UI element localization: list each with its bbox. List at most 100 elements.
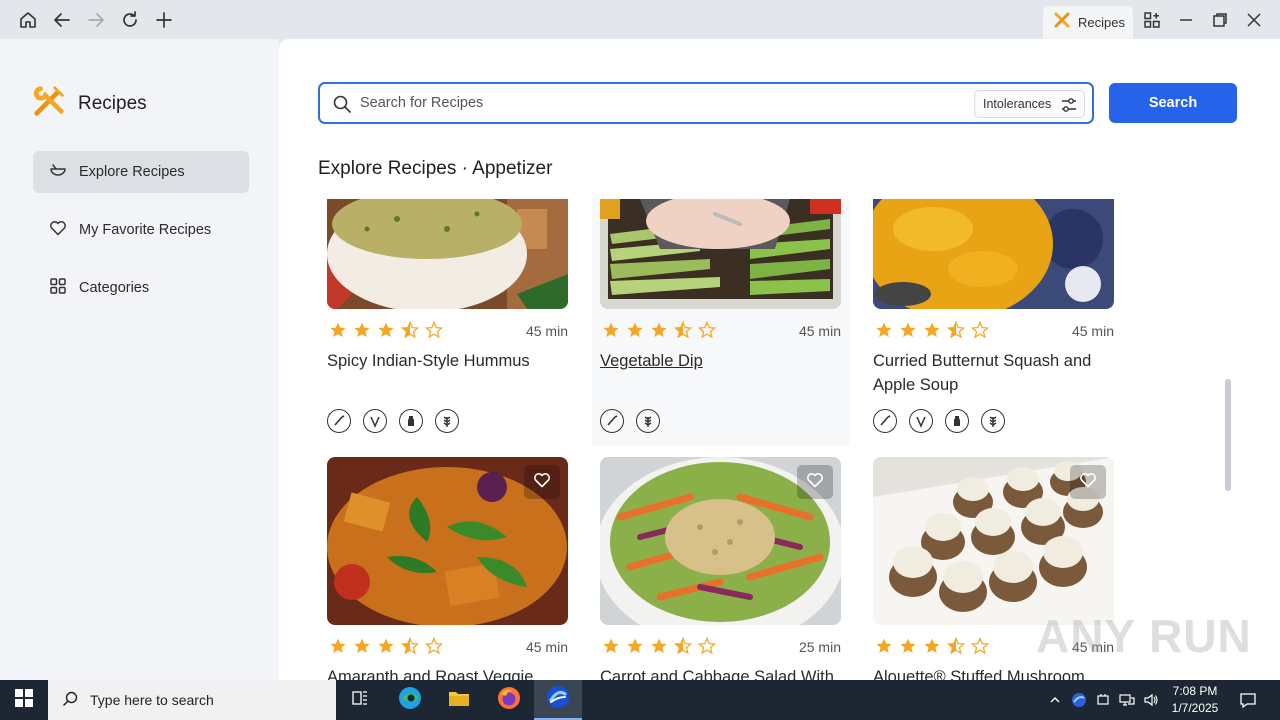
back-arrow-icon[interactable] xyxy=(50,8,74,32)
star-full-icon xyxy=(353,321,371,339)
recipe-title[interactable]: Carrot and Cabbage Salad With xyxy=(600,665,841,680)
sidebar-item-label: Categories xyxy=(79,280,150,296)
recipe-title[interactable]: Curried Butternut Squash and Apple Soup xyxy=(873,349,1114,397)
recipe-title[interactable]: Spicy Indian-Style Hummus xyxy=(327,349,568,373)
vegan-icon xyxy=(327,409,351,433)
recipe-card[interactable]: 45 min Amaranth and Roast Veggie xyxy=(327,457,568,680)
search-icon xyxy=(62,691,78,710)
recipe-meta: 45 min xyxy=(600,320,841,341)
recipe-card[interactable]: 45 min Spicy Indian-Style Hummus xyxy=(327,199,568,445)
vegan-icon xyxy=(600,409,624,433)
intolerances-button[interactable]: Intolerances xyxy=(974,90,1085,118)
taskbar-recipes-app[interactable] xyxy=(534,680,582,720)
sidebar-item-categories[interactable]: Categories xyxy=(33,267,249,309)
taskbar-edge[interactable] xyxy=(386,680,434,720)
star-half-icon xyxy=(946,320,966,339)
star-rating xyxy=(875,320,990,339)
star-full-icon xyxy=(923,321,941,339)
edge-browser-icon xyxy=(398,686,422,715)
recipe-image-squash-soup xyxy=(873,199,1114,309)
sidebar-item-explore-recipes[interactable]: Explore Recipes xyxy=(33,151,249,193)
star-rating xyxy=(602,320,717,339)
minimize-icon[interactable] xyxy=(1174,8,1198,32)
star-full-icon xyxy=(899,321,917,339)
sidebar-item-label: Explore Recipes xyxy=(79,164,185,180)
tab-recipes[interactable]: Recipes xyxy=(1043,6,1133,39)
filter-sliders-icon xyxy=(1060,96,1078,117)
favorite-button[interactable] xyxy=(797,465,833,499)
taskbar-firefox[interactable] xyxy=(485,680,533,720)
star-full-icon xyxy=(602,321,620,339)
star-half-icon xyxy=(400,320,420,339)
notifications-icon[interactable] xyxy=(1236,680,1260,720)
scrollbar-thumb[interactable] xyxy=(1225,379,1231,491)
search-input[interactable] xyxy=(360,92,960,114)
cook-time: 45 min xyxy=(525,323,568,339)
star-full-icon xyxy=(650,321,668,339)
recipe-card[interactable]: 45 min Curried Butternut Squash and Appl… xyxy=(873,199,1114,445)
search-button[interactable]: Search xyxy=(1109,83,1237,123)
cook-time: 45 min xyxy=(798,323,841,339)
taskbar-clock[interactable]: 7:08 PM 1/7/2025 xyxy=(1165,683,1225,717)
star-half-icon xyxy=(673,320,693,339)
star-empty-icon xyxy=(697,320,717,339)
windows-logo-icon xyxy=(15,688,33,712)
recipes-logo-icon xyxy=(1053,12,1071,33)
dairy-free-icon xyxy=(399,409,423,433)
heart-icon xyxy=(1079,471,1097,494)
task-view-icon xyxy=(350,688,370,713)
dairy-free-icon xyxy=(945,409,969,433)
clock-date: 1/7/2025 xyxy=(1171,701,1219,715)
star-rating xyxy=(602,636,717,655)
star-full-icon xyxy=(626,321,644,339)
star-full-icon xyxy=(329,321,347,339)
brand-title: Recipes xyxy=(78,92,147,114)
volume-icon[interactable] xyxy=(1142,680,1160,720)
tab-label: Recipes xyxy=(1078,15,1125,30)
favorite-button[interactable] xyxy=(1070,465,1106,499)
star-full-icon xyxy=(377,637,395,655)
intolerances-label: Intolerances xyxy=(983,97,1052,111)
recipe-title[interactable]: Amaranth and Roast Veggie xyxy=(327,665,568,680)
star-half-icon xyxy=(946,636,966,655)
star-empty-icon xyxy=(970,636,990,655)
recipe-card[interactable]: 45 min Vegetable Dip xyxy=(600,199,841,445)
sidebar-item-favorites[interactable]: My Favorite Recipes xyxy=(33,209,249,251)
star-full-icon xyxy=(899,637,917,655)
firefox-icon xyxy=(497,686,521,715)
tray-device-icon[interactable] xyxy=(1094,680,1112,720)
recipe-image-vegetable-dip xyxy=(600,199,841,309)
task-view-button[interactable] xyxy=(336,680,384,720)
star-full-icon xyxy=(602,637,620,655)
recipe-card[interactable]: 25 min Carrot and Cabbage Salad With xyxy=(600,457,841,680)
taskbar-search-box[interactable]: Type here to search xyxy=(48,680,336,720)
restore-icon[interactable] xyxy=(1208,8,1232,32)
recipe-meta: 45 min xyxy=(327,636,568,657)
app-swirl-icon xyxy=(546,685,570,714)
heart-icon xyxy=(49,219,67,241)
recipe-title[interactable]: Alouette® Stuffed Mushroom xyxy=(873,665,1114,680)
folder-icon xyxy=(447,686,471,715)
tray-app-icon[interactable] xyxy=(1070,680,1088,720)
tray-overflow-chevron-icon[interactable] xyxy=(1046,680,1064,720)
recipe-grid: 45 min Spicy Indian-Style Hummus 45 min … xyxy=(279,199,1219,680)
star-full-icon xyxy=(377,321,395,339)
windows-start-button[interactable] xyxy=(0,680,48,720)
gluten-free-icon xyxy=(435,409,459,433)
favorite-button[interactable] xyxy=(524,465,560,499)
star-half-icon xyxy=(400,636,420,655)
home-icon[interactable] xyxy=(16,8,40,32)
new-tab-plus-icon[interactable] xyxy=(152,8,176,32)
close-icon[interactable] xyxy=(1242,8,1266,32)
recipe-image-stuffed-mushroom xyxy=(873,457,1114,625)
recipe-title[interactable]: Vegetable Dip xyxy=(600,349,841,373)
star-empty-icon xyxy=(424,636,444,655)
network-icon[interactable] xyxy=(1118,680,1136,720)
cook-time: 25 min xyxy=(798,639,841,655)
forward-arrow-icon[interactable] xyxy=(84,8,108,32)
extensions-grid-icon[interactable] xyxy=(1140,8,1164,32)
reload-icon[interactable] xyxy=(118,8,142,32)
page-title: Explore Recipes · Appetizer xyxy=(318,158,553,179)
watermark-logo: ANY RUN xyxy=(1036,610,1252,662)
taskbar-file-explorer[interactable] xyxy=(435,680,483,720)
